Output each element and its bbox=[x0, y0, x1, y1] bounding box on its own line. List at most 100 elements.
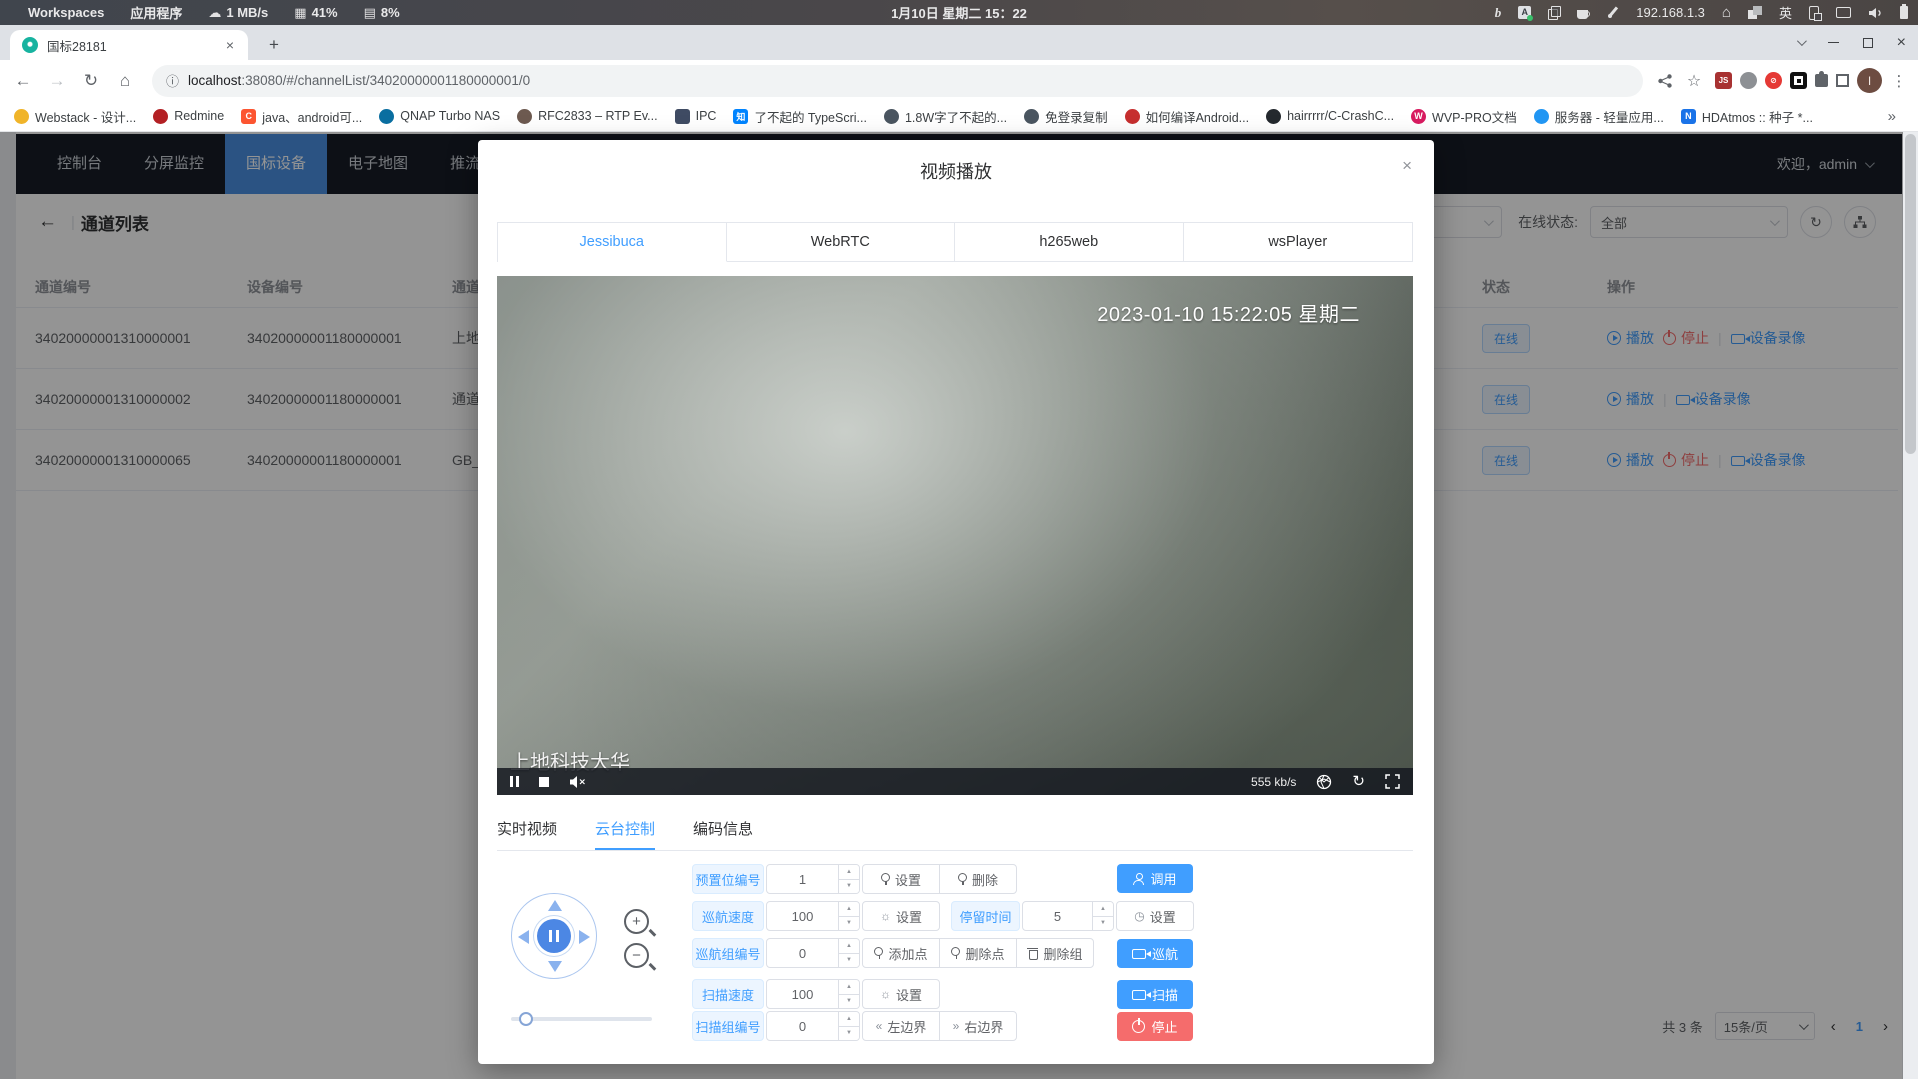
bookmark-item[interactable]: 免登录复制 bbox=[1024, 107, 1108, 126]
page-scrollbar[interactable] bbox=[1903, 132, 1918, 1079]
preset-number-input[interactable]: 1 ▲▼ bbox=[766, 864, 860, 894]
close-window-button[interactable]: × bbox=[1897, 34, 1906, 52]
preset-set-button[interactable]: 设置 bbox=[862, 864, 940, 894]
stay-time-input[interactable]: 5 ▲▼ bbox=[1022, 901, 1114, 931]
ptz-up-arrow[interactable] bbox=[548, 900, 562, 911]
input-method-indicator[interactable]: 英 bbox=[1779, 3, 1792, 22]
bookmark-item[interactable]: 服务器 - 轻量应用... bbox=[1534, 107, 1664, 126]
number-stepper[interactable]: ▲▼ bbox=[1092, 902, 1113, 930]
stay-time-set-button[interactable]: ◷设置 bbox=[1116, 901, 1194, 931]
network-indicator[interactable]: ☁ 1 MB/s bbox=[208, 5, 268, 20]
bookmarks-overflow-icon[interactable]: » bbox=[1888, 108, 1904, 125]
reload-button[interactable]: ↻ bbox=[78, 71, 104, 91]
engine-tab-WebRTC[interactable]: WebRTC bbox=[727, 223, 956, 262]
browser-tab[interactable]: 国标28181 × bbox=[10, 30, 248, 60]
cruise-speed-input[interactable]: 100 ▲▼ bbox=[766, 901, 860, 931]
cruise-button[interactable]: 巡航 bbox=[1117, 939, 1193, 968]
clock[interactable]: 1月10日 星期二 15：22 bbox=[891, 3, 1027, 22]
app-tray-icon[interactable]: A bbox=[1518, 6, 1531, 19]
browser-menu-icon[interactable]: ⋮ bbox=[1890, 72, 1908, 90]
left-boundary-button[interactable]: «左边界 bbox=[862, 1011, 940, 1041]
bookmark-item[interactable]: 如何编译Android... bbox=[1125, 107, 1250, 126]
number-stepper[interactable]: ▲▼ bbox=[838, 939, 859, 967]
bookmark-item[interactable]: Webstack - 设计... bbox=[14, 107, 136, 126]
extension-qr-icon[interactable] bbox=[1790, 72, 1807, 89]
preset-call-button[interactable]: 调用 bbox=[1117, 864, 1193, 893]
number-stepper[interactable]: ▲▼ bbox=[838, 980, 859, 1008]
ptz-joystick[interactable] bbox=[511, 893, 597, 979]
scrollbar-thumb[interactable] bbox=[1905, 134, 1916, 454]
site-info-icon[interactable]: ⓘ bbox=[166, 71, 179, 90]
extension-js-icon[interactable]: JS bbox=[1715, 72, 1732, 89]
player-tab-实时视频[interactable]: 实时视频 bbox=[497, 818, 557, 850]
coffee-tray-icon[interactable] bbox=[1577, 7, 1590, 19]
forward-button[interactable]: → bbox=[44, 71, 70, 91]
scan-group-input[interactable]: 0 ▲▼ bbox=[766, 1011, 860, 1041]
bookmark-item[interactable]: 知了不起的 TypeScri... bbox=[733, 107, 867, 126]
zoom-out-button[interactable]: − bbox=[624, 943, 649, 968]
delete-point-button[interactable]: 删除点 bbox=[939, 938, 1017, 968]
new-tab-button[interactable]: + bbox=[262, 33, 286, 57]
scan-button[interactable]: 扫描 bbox=[1117, 980, 1193, 1009]
bookmark-item[interactable]: 1.8W字了不起的... bbox=[884, 107, 1007, 126]
dialog-close-icon[interactable]: × bbox=[1402, 156, 1412, 176]
phone-screen-icon[interactable] bbox=[1809, 6, 1819, 20]
player-tab-云台控制[interactable]: 云台控制 bbox=[595, 818, 655, 850]
number-stepper[interactable]: ▲▼ bbox=[838, 1012, 859, 1040]
bookmark-item[interactable]: IPC bbox=[675, 109, 717, 124]
slider-handle[interactable] bbox=[519, 1012, 533, 1026]
bing-tray-icon[interactable]: b bbox=[1495, 6, 1502, 19]
battery-icon[interactable] bbox=[1900, 6, 1908, 19]
tab-close-icon[interactable]: × bbox=[222, 37, 238, 53]
scan-speed-set-button[interactable]: ☼设置 bbox=[862, 979, 940, 1009]
engine-tab-Jessibuca[interactable]: Jessibuca bbox=[498, 223, 727, 262]
window-switcher-icon[interactable] bbox=[1748, 6, 1762, 19]
cpu-indicator[interactable]: ▦ 41% bbox=[294, 5, 337, 20]
share-icon[interactable] bbox=[1657, 73, 1673, 89]
memory-indicator[interactable]: ▤ 8% bbox=[364, 5, 400, 20]
ip-address[interactable]: 192.168.1.3 bbox=[1636, 5, 1705, 20]
scan-speed-input[interactable]: 100 ▲▼ bbox=[766, 979, 860, 1009]
ptz-pause-button[interactable] bbox=[537, 919, 571, 953]
extension-robber-icon[interactable] bbox=[1740, 72, 1757, 89]
bookmark-item[interactable]: Redmine bbox=[153, 109, 224, 124]
player-tab-编码信息[interactable]: 编码信息 bbox=[693, 818, 753, 850]
fullscreen-icon[interactable] bbox=[1385, 774, 1400, 789]
engine-tab-wsPlayer[interactable]: wsPlayer bbox=[1184, 223, 1413, 262]
window-chevron-icon[interactable] bbox=[1797, 36, 1807, 46]
cruise-speed-set-button[interactable]: ☼设置 bbox=[862, 901, 940, 931]
display-icon[interactable] bbox=[1836, 7, 1851, 18]
ptz-speed-slider[interactable] bbox=[511, 1017, 652, 1021]
applications-button[interactable]: 应用程序 bbox=[130, 3, 182, 22]
bookmark-item[interactable]: RFC2833 – RTP Ev... bbox=[517, 109, 658, 124]
volume-icon[interactable] bbox=[1868, 7, 1883, 19]
bookmark-item[interactable]: QNAP Turbo NAS bbox=[379, 109, 500, 124]
extension-adblock-icon[interactable]: ⊘ bbox=[1765, 72, 1782, 89]
clipboard-tray-icon[interactable] bbox=[1548, 6, 1560, 19]
delete-group-button[interactable]: 删除组 bbox=[1016, 938, 1094, 968]
bookmark-item[interactable]: NHDAtmos :: 种子 *... bbox=[1681, 107, 1813, 126]
minimize-button[interactable] bbox=[1828, 42, 1839, 44]
bookmark-item[interactable]: hairrrrr/C-CrashC... bbox=[1266, 109, 1394, 124]
stop-button[interactable] bbox=[539, 777, 549, 787]
snapshot-aperture-icon[interactable] bbox=[1316, 774, 1332, 790]
number-stepper[interactable]: ▲▼ bbox=[838, 902, 859, 930]
zoom-in-button[interactable]: + bbox=[624, 909, 649, 934]
extensions-puzzle-icon[interactable] bbox=[1815, 74, 1828, 87]
ptz-stop-button[interactable]: 停止 bbox=[1117, 1012, 1193, 1041]
video-canvas[interactable]: 2023-01-10 15:22:05 星期二 上地科技大华 555 kb/s … bbox=[497, 276, 1413, 795]
add-point-button[interactable]: 添加点 bbox=[862, 938, 940, 968]
cruise-group-input[interactable]: 0 ▲▼ bbox=[766, 938, 860, 968]
back-button[interactable]: ← bbox=[10, 71, 36, 91]
home-icon[interactable]: ⌂ bbox=[1722, 5, 1731, 20]
home-button[interactable]: ⌂ bbox=[112, 71, 138, 91]
address-bar[interactable]: ⓘ localhost:38080/#/channelList/34020000… bbox=[152, 65, 1643, 97]
workspaces-button[interactable]: Workspaces bbox=[28, 5, 104, 20]
refresh-icon[interactable]: ↻ bbox=[1352, 774, 1365, 789]
bookmark-star-icon[interactable]: ☆ bbox=[1681, 71, 1707, 91]
maximize-button[interactable] bbox=[1863, 38, 1873, 48]
preset-delete-button[interactable]: 删除 bbox=[939, 864, 1017, 894]
bookmark-item[interactable]: WWVP-PRO文档 bbox=[1411, 107, 1517, 126]
extension-square-icon[interactable] bbox=[1836, 74, 1849, 87]
mute-icon[interactable] bbox=[569, 775, 586, 789]
